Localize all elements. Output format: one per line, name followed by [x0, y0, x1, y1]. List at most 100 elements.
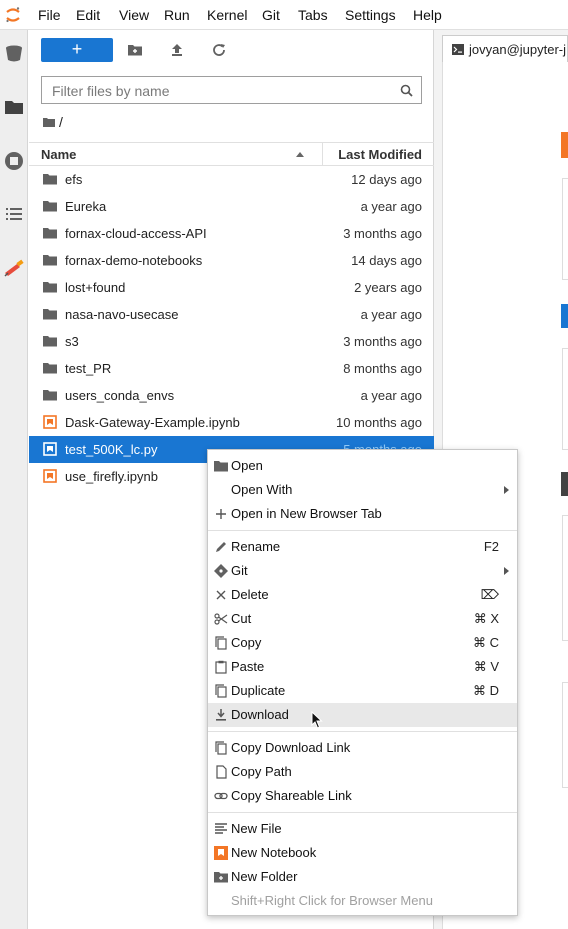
file-row[interactable]: users_conda_envs a year ago — [29, 382, 434, 409]
file-name: users_conda_envs — [65, 388, 175, 403]
launcher-card[interactable] — [562, 348, 568, 450]
file-name: use_firefly.ipynb — [65, 469, 158, 484]
context-menu-item-paste[interactable]: Paste ⌘ V — [208, 655, 517, 679]
terminal-tab[interactable]: jovyan@jupyter-j — [442, 35, 568, 63]
context-menu-item-open-in-new-browser-tab[interactable]: Open in New Browser Tab — [208, 502, 517, 526]
file-modified: 12 days ago — [351, 172, 422, 187]
context-menu-item-new-file[interactable]: New File — [208, 817, 517, 841]
context-menu-item-rename[interactable]: Rename F2 — [208, 535, 517, 559]
name-column-header[interactable]: Name — [41, 147, 76, 162]
table-of-contents-icon[interactable] — [3, 203, 25, 225]
file-row[interactable]: lost+found 2 years ago — [29, 274, 434, 301]
menu-tabs[interactable]: Tabs — [298, 7, 328, 23]
file-row[interactable]: fornax-demo-notebooks 14 days ago — [29, 247, 434, 274]
context-menu-item-new-notebook[interactable]: New Notebook — [208, 841, 517, 865]
menu-view[interactable]: View — [119, 7, 149, 23]
upload-icon[interactable] — [169, 42, 185, 58]
context-menu-label: New File — [231, 821, 282, 836]
sort-ascending-icon — [296, 152, 304, 157]
new-folder-icon — [214, 870, 228, 884]
menu-run[interactable]: Run — [164, 7, 190, 23]
file-icon — [214, 765, 228, 779]
paste-icon — [214, 660, 228, 674]
scissors-icon — [214, 612, 228, 626]
context-menu-item-git[interactable]: Git — [208, 559, 517, 583]
file-name: nasa-navo-usecase — [65, 307, 179, 322]
file-name: Eureka — [65, 199, 107, 214]
context-menu-item-cut[interactable]: Cut ⌘ X — [208, 607, 517, 631]
refresh-icon[interactable] — [211, 42, 227, 58]
file-row[interactable]: fornax-cloud-access-API 3 months ago — [29, 220, 434, 247]
context-menu-item-duplicate[interactable]: Duplicate ⌘ D — [208, 679, 517, 703]
link-icon — [214, 789, 228, 803]
last-modified-column-header[interactable]: Last Modified — [322, 143, 434, 165]
menu-help[interactable]: Help — [413, 7, 442, 23]
shortcut-label: ⌦ — [480, 587, 499, 602]
context-menu-label: Copy Shareable Link — [231, 788, 352, 803]
new-folder-icon[interactable] — [127, 42, 143, 58]
context-menu-label: Duplicate — [231, 683, 286, 698]
folder-icon — [43, 361, 57, 375]
search-icon — [400, 84, 413, 97]
file-row[interactable]: nasa-navo-usecase a year ago — [29, 301, 434, 328]
context-menu-item-open-with[interactable]: Open With — [208, 478, 517, 502]
pencil-icon — [214, 540, 228, 554]
new-launcher-label: + — [71, 39, 83, 59]
file-row[interactable]: Eureka a year ago — [29, 193, 434, 220]
filter-files-field[interactable] — [41, 76, 422, 104]
context-menu-label: Copy — [231, 635, 262, 650]
notebook-category-icon — [561, 132, 568, 158]
launcher-card[interactable] — [562, 682, 568, 788]
context-menu-item-download[interactable]: Download — [208, 703, 517, 727]
folder-icon — [43, 388, 57, 402]
folder-icon — [43, 172, 57, 186]
file-modified: 3 months ago — [343, 334, 422, 349]
close-icon — [214, 588, 228, 602]
context-menu-item-shift-right-click-for-browser-menu: Shift+Right Click for Browser Menu — [208, 889, 517, 913]
menu-settings[interactable]: Settings — [345, 7, 396, 23]
menu-git[interactable]: Git — [262, 7, 280, 23]
text-file-icon — [214, 822, 228, 836]
home-folder-icon[interactable] — [43, 117, 55, 127]
jupyter-logo-icon — [6, 7, 20, 23]
context-menu-label: Open in New Browser Tab — [231, 506, 382, 521]
launcher-card[interactable] — [562, 178, 568, 280]
new-launcher-button[interactable]: + — [41, 38, 113, 62]
file-row[interactable]: s3 3 months ago — [29, 328, 434, 355]
extension-manager-icon[interactable] — [3, 256, 25, 278]
context-menu-item-delete[interactable]: Delete ⌦ — [208, 583, 517, 607]
context-menu-item-open[interactable]: Open — [208, 454, 517, 478]
console-category-icon — [561, 304, 568, 328]
context-menu-label: Download — [231, 707, 289, 722]
menu-edit[interactable]: Edit — [76, 7, 100, 23]
running-sessions-icon[interactable] — [3, 150, 25, 172]
file-browser-folder-icon[interactable] — [3, 96, 25, 118]
breadcrumb-root[interactable]: / — [59, 114, 63, 130]
launcher-card[interactable] — [562, 515, 568, 641]
context-menu-label: Open With — [231, 482, 293, 497]
file-row[interactable]: efs 12 days ago — [29, 166, 434, 193]
notebook-icon — [214, 846, 228, 860]
context-menu-item-copy-shareable-link[interactable]: Copy Shareable Link — [208, 784, 517, 808]
context-menu-item-copy[interactable]: Copy ⌘ C — [208, 631, 517, 655]
context-menu-label: New Notebook — [231, 845, 317, 860]
menu-kernel[interactable]: Kernel — [207, 7, 247, 23]
menu-bar: File Edit View Run Kernel Git Tabs Setti… — [0, 0, 568, 30]
file-name: test_PR — [65, 361, 112, 376]
file-modified: 3 months ago — [343, 226, 422, 241]
file-row[interactable]: test_PR 8 months ago — [29, 355, 434, 382]
download-icon — [214, 708, 228, 722]
context-menu-item-new-folder[interactable]: New Folder — [208, 865, 517, 889]
file-name: s3 — [65, 334, 79, 349]
shortcut-label: F2 — [483, 539, 499, 554]
context-menu-item-copy-path[interactable]: Copy Path — [208, 760, 517, 784]
context-menu-label: Shift+Right Click for Browser Menu — [231, 893, 433, 908]
file-row[interactable]: Dask-Gateway-Example.ipynb 10 months ago — [29, 409, 434, 436]
context-menu-item-copy-download-link[interactable]: Copy Download Link — [208, 736, 517, 760]
git-icon — [214, 564, 228, 578]
folder-icon — [43, 334, 57, 348]
bucket-icon[interactable] — [3, 42, 25, 64]
filter-files-input[interactable] — [50, 81, 394, 101]
menu-file[interactable]: File — [38, 7, 61, 23]
other-category-icon — [561, 472, 568, 496]
